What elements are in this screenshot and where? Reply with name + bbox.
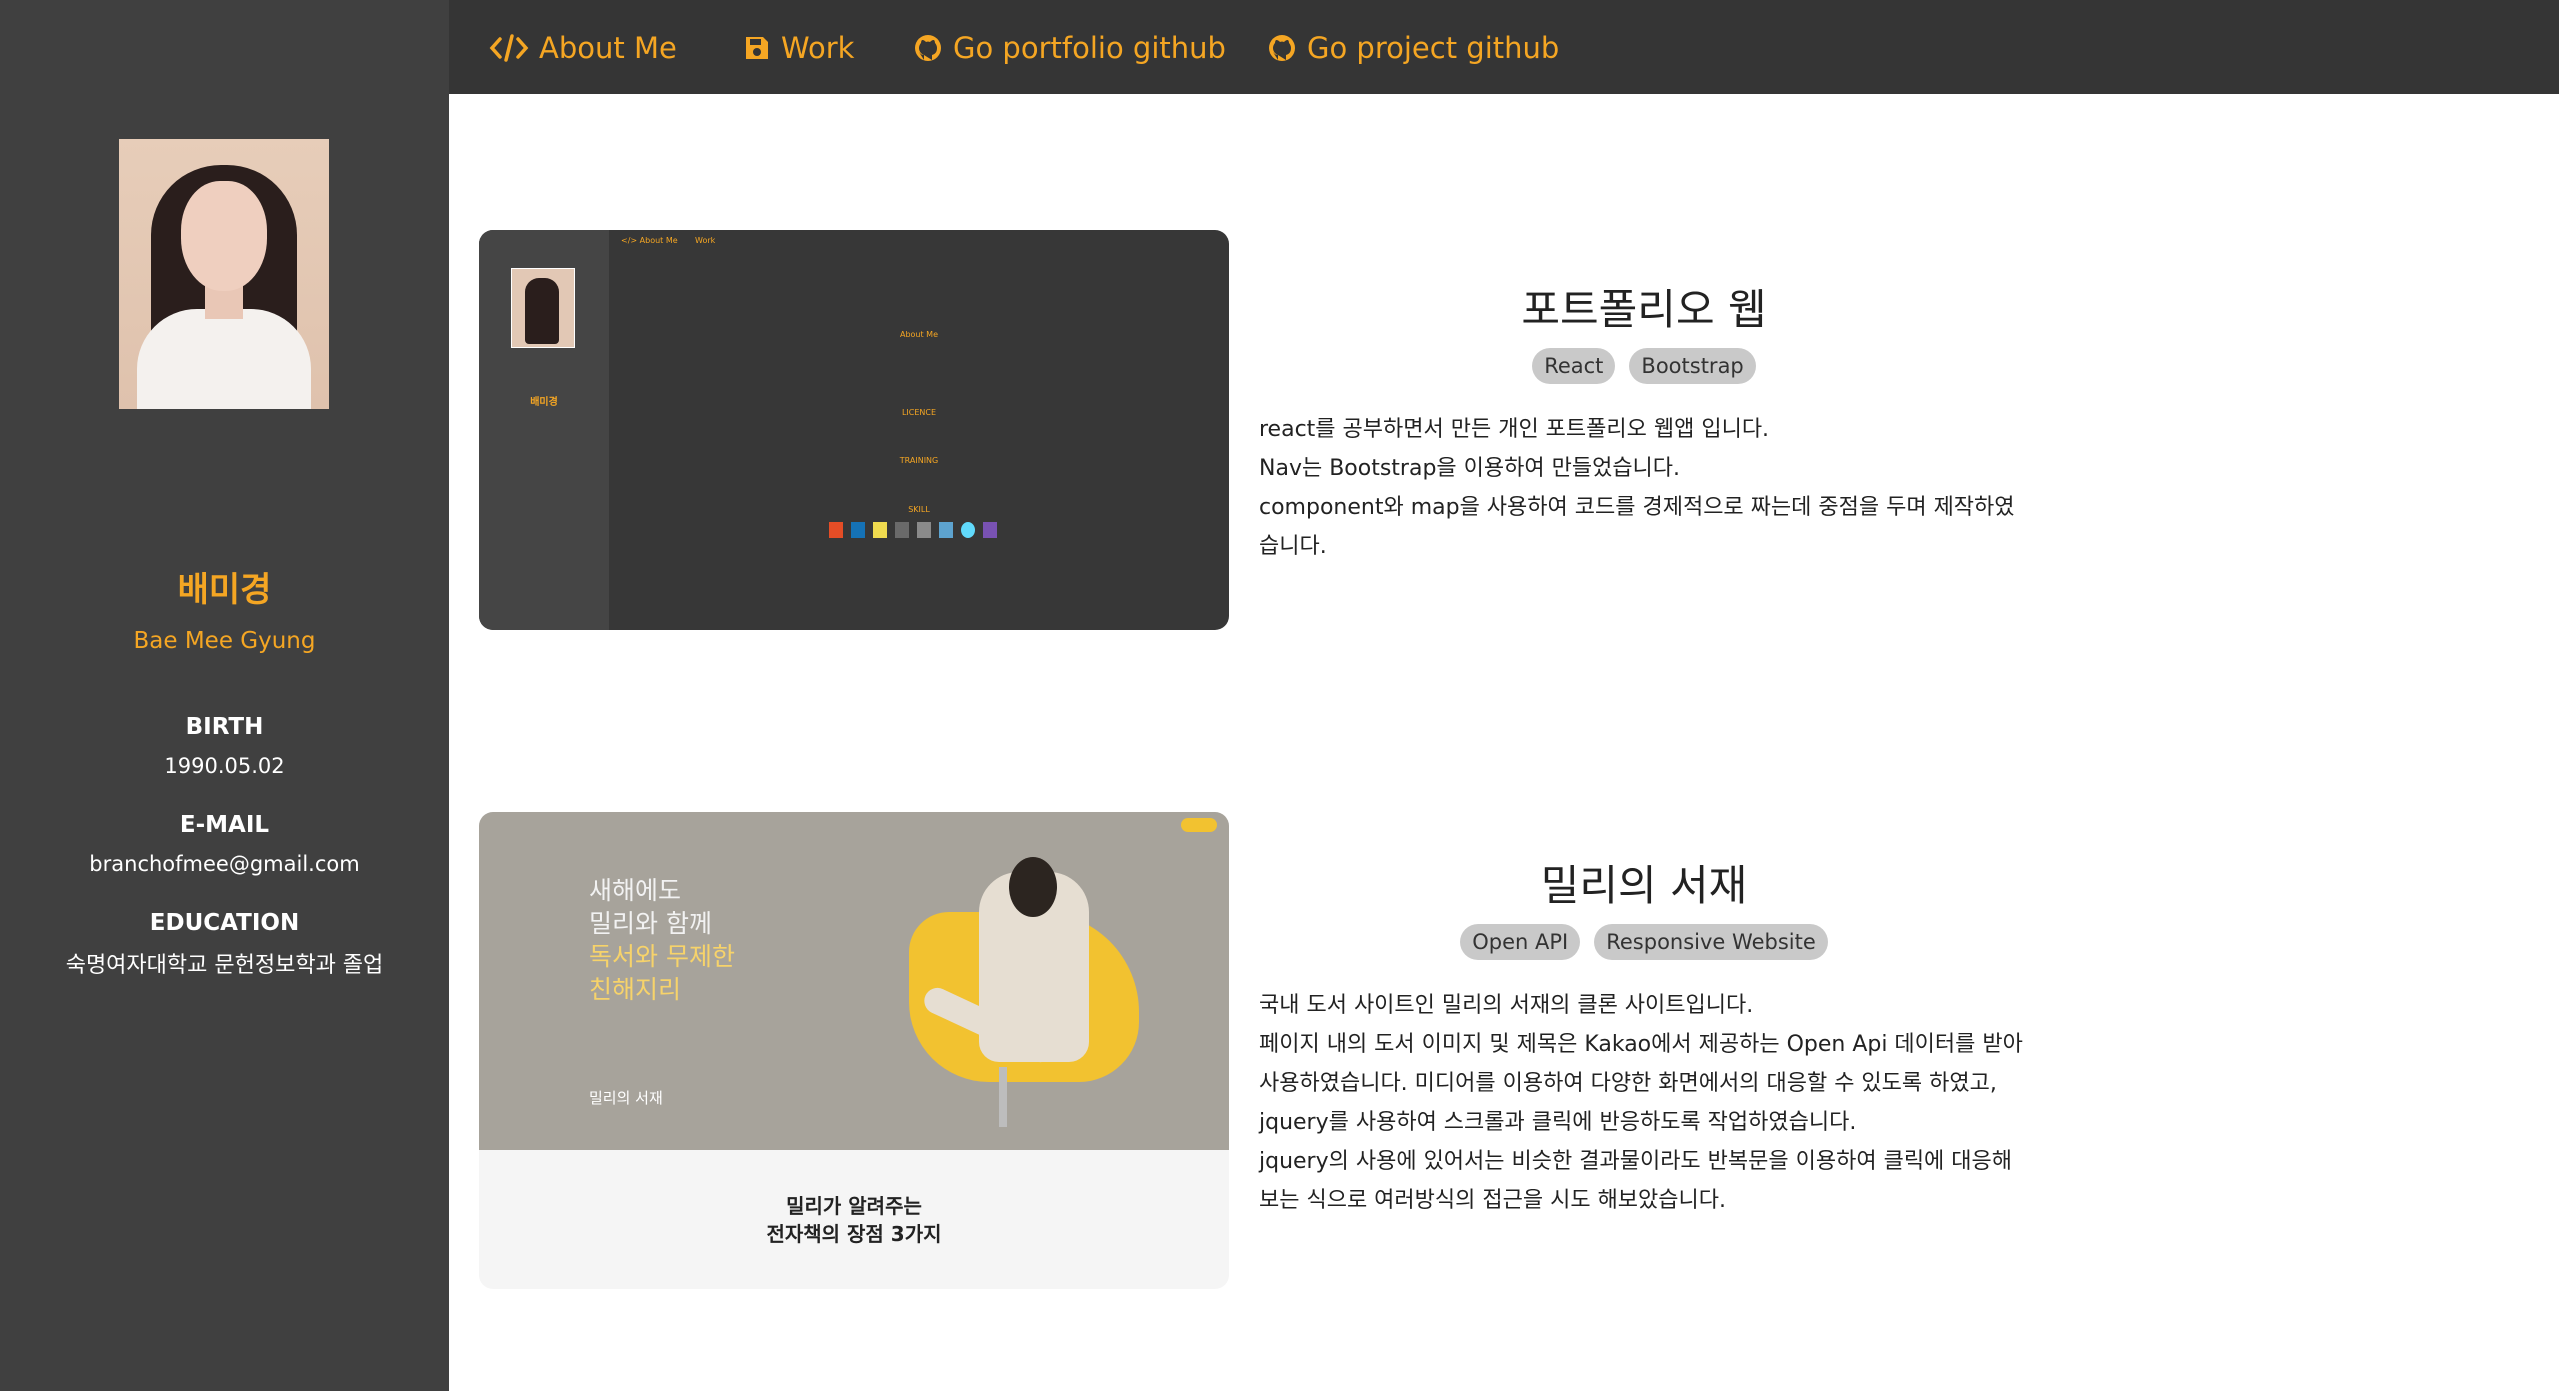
thumb-nav-about: </> About Me: [621, 236, 678, 245]
tag-badge: Responsive Website: [1594, 924, 1828, 960]
thumb-name: 배미경: [530, 397, 558, 408]
project-card-millie: 새해에도 밀리와 함께 독서와 무제한 친해지리 밀리의 서재 밀리가 알려주는…: [479, 812, 2079, 1292]
description-line: 페이지 내의 도서 이미지 및 제목은 Kakao에서 제공하는 Open Ap…: [1259, 1032, 2023, 1057]
description-line: component와 map을 사용하여 코드를 경제적으로 짜는데 중점을 두…: [1259, 495, 2015, 520]
nav-project-github-label: Go project github: [1307, 31, 1560, 65]
tag-badge: Open API: [1460, 924, 1581, 960]
description-line: 국내 도서 사이트인 밀리의 서재의 클론 사이트입니다.: [1259, 993, 1754, 1018]
profile-name-korean: 배미경: [177, 570, 272, 610]
project-tags: Open API Responsive Website: [1259, 924, 2029, 960]
project-tags: React Bootstrap: [1259, 348, 2029, 384]
thumb-nav-work: Work: [695, 236, 716, 245]
project-description: react를 공부하면서 만든 개인 포트폴리오 웹앱 입니다. Nav는 Bo…: [1259, 410, 2059, 566]
code-icon: [489, 34, 529, 62]
thumb-training-heading: TRAINING: [899, 456, 939, 465]
thumb-skill-icons: [829, 522, 997, 538]
thumb-licence-heading: LICENCE: [901, 408, 937, 417]
description-line: jquery를 사용하여 스크롤과 클릭에 반응하도록 작업하였습니다.: [1259, 1110, 1857, 1135]
nav-work[interactable]: Work: [743, 24, 854, 72]
nav-project-github[interactable]: Go project github: [1267, 24, 1559, 72]
profile-sidebar: 배미경 Bae Mee Gyung BIRTH 1990.05.02 E-MAI…: [0, 0, 449, 1391]
project-description: 국내 도서 사이트인 밀리의 서재의 클론 사이트입니다. 페이지 내의 도서 …: [1259, 986, 2059, 1220]
email-label: E-MAIL: [179, 812, 270, 838]
github-icon: [1269, 35, 1295, 61]
floppy-disk-icon: [746, 37, 768, 59]
tag-badge: React: [1532, 348, 1616, 384]
nav-about-me-label: About Me: [539, 31, 677, 65]
education-label: EDUCATION: [149, 910, 300, 936]
email-value: branchofmee@gmail.com: [89, 852, 360, 876]
thumb-bottom-title: 밀리가 알려주는 전자책의 장점 3가지: [766, 1194, 942, 1246]
thumb-logo: 밀리의 서재: [589, 1089, 663, 1107]
nav-portfolio-github[interactable]: Go portfolio github: [913, 24, 1226, 72]
project-thumbnail[interactable]: </> About Me Work 배미경 About Me LICENCE T…: [479, 230, 1229, 630]
description-line: react를 공부하면서 만든 개인 포트폴리오 웹앱 입니다.: [1259, 417, 1770, 442]
birth-label: BIRTH: [185, 714, 264, 740]
description-line: Nav는 Bootstrap을 이용하여 만들었습니다.: [1259, 456, 1681, 481]
thumb-hero-text: 새해에도 밀리와 함께 독서와 무제한 친해지리: [589, 876, 735, 1004]
description-line: 보는 식으로 여러방식의 접근을 시도 해보았습니다.: [1259, 1188, 1727, 1213]
birth-value: 1990.05.02: [164, 754, 285, 778]
education-value: 숙명여자대학교 문헌정보학과 졸업: [65, 953, 384, 978]
description-line: jquery의 사용에 있어서는 비슷한 결과물이라도 반복문을 이용하여 클릭…: [1259, 1149, 2013, 1174]
thumb-about-heading: About Me: [899, 330, 939, 339]
github-icon: [915, 35, 941, 61]
nav-work-label: Work: [781, 31, 855, 65]
project-card-portfolio: </> About Me Work 배미경 About Me LICENCE T…: [479, 230, 2079, 640]
thumb-skill-heading: SKILL: [908, 505, 930, 514]
project-title: 포트폴리오 웹: [1521, 285, 1767, 334]
description-line: 사용하였습니다. 미디어를 이용하여 다양한 화면에서의 대응할 수 있도록 하…: [1259, 1071, 1997, 1096]
project-title: 밀리의 서재: [1540, 861, 1748, 910]
project-thumbnail[interactable]: 새해에도 밀리와 함께 독서와 무제한 친해지리 밀리의 서재 밀리가 알려주는…: [479, 812, 1229, 1289]
tag-badge: Bootstrap: [1629, 348, 1756, 384]
nav-portfolio-github-label: Go portfolio github: [953, 31, 1226, 65]
nav-about-me[interactable]: About Me: [489, 24, 677, 72]
description-line: 습니다.: [1259, 534, 1327, 559]
profile-photo: [119, 139, 329, 409]
top-navbar: About Me Work Go portfolio github Go pro…: [449, 0, 2559, 94]
profile-name-english: Bae Mee Gyung: [133, 628, 316, 654]
